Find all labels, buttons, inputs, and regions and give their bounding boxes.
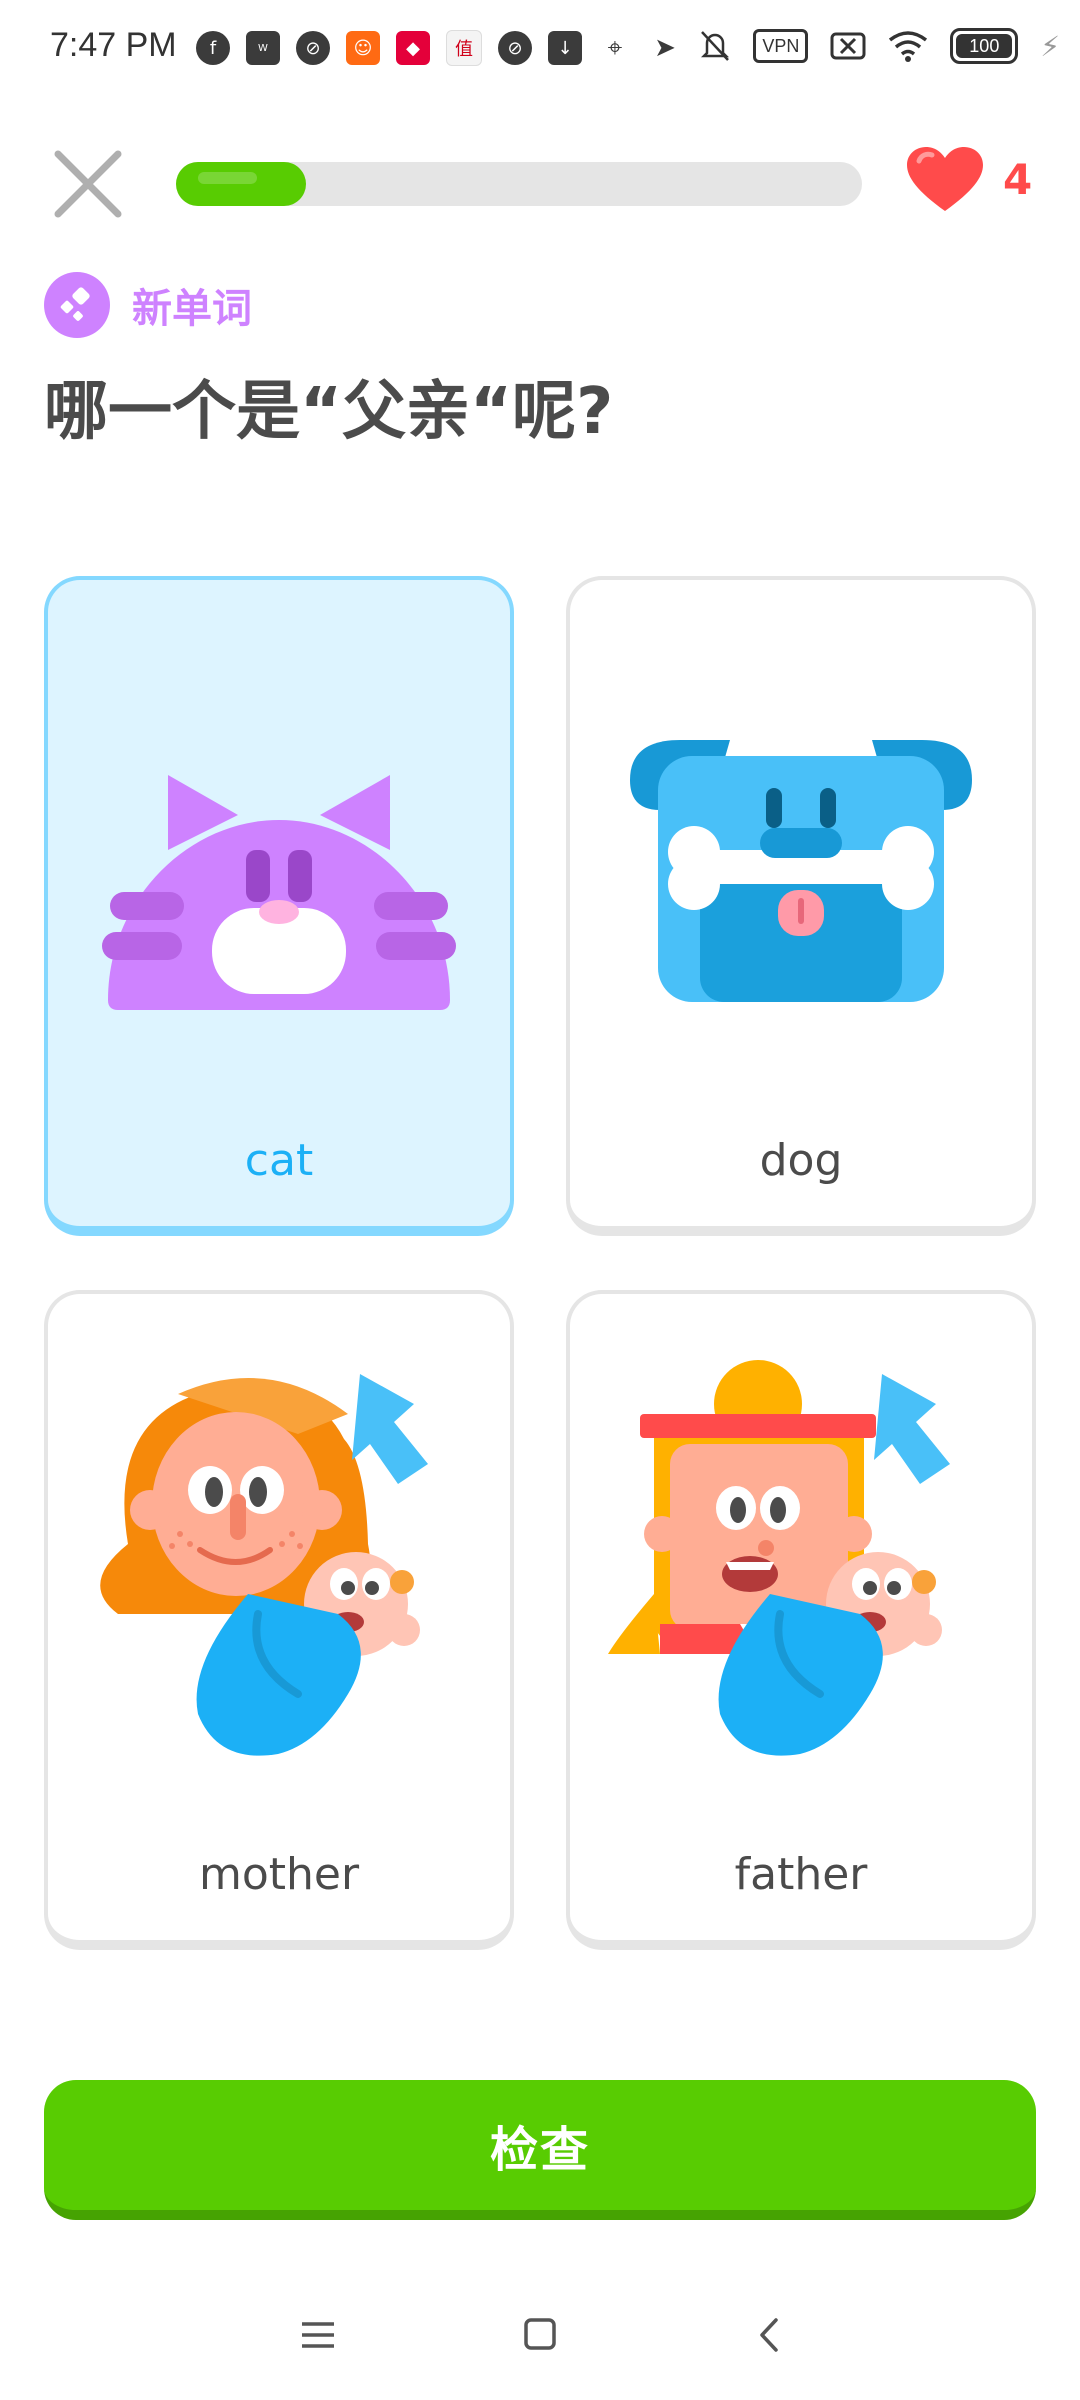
mute-icon (701, 31, 730, 61)
back-icon[interactable] (740, 2310, 800, 2360)
father-icon (608, 1360, 950, 1756)
new-word-label: 新单词 (132, 286, 252, 332)
new-word-tag: 新单词 (44, 272, 252, 338)
hearts-count: 4 (1003, 154, 1033, 204)
question-title: 哪一个是“父亲“呢? (44, 375, 614, 449)
home-icon[interactable] (510, 2310, 570, 2360)
lesson-progress-fill (176, 162, 307, 206)
status-bar: 7:47 PM f W ⊘ ☺ ◆ 值 ⊘ ↓ ⌖ ➤ VPN 100 ⚡ (0, 0, 1080, 96)
blocked-app-icon-2: ⊘ (498, 31, 532, 65)
charging-icon: ⚡ (1040, 29, 1060, 63)
option-card-dog[interactable]: dog (566, 576, 1036, 1236)
battery-level: 100 (969, 35, 1000, 56)
deal-app-icon: 值 (446, 30, 482, 66)
mother-icon (100, 1374, 428, 1756)
option-label: cat (244, 1135, 314, 1186)
system-icons: VPN 100 ⚡ (699, 28, 1060, 64)
blocked-app-icon: ⊘ (296, 31, 330, 65)
battery-icon: 100 (950, 28, 1019, 64)
dog-icon (630, 740, 972, 1002)
lesson-screen: 7:47 PM f W ⊘ ☺ ◆ 值 ⊘ ↓ ⌖ ➤ VPN 100 ⚡ 4 … (0, 0, 1080, 2400)
vpn-badge: VPN (753, 29, 809, 63)
wifi-icon (889, 31, 928, 62)
status-time: 7:47 PM (50, 26, 177, 64)
option-label: mother (198, 1849, 360, 1900)
option-card-cat[interactable]: cat (44, 576, 514, 1236)
check-button[interactable]: 检查 (44, 2080, 1036, 2220)
cat-icon (102, 775, 456, 1010)
webtoon-icon: W (246, 31, 280, 65)
facebook-icon: f (196, 31, 230, 65)
hearts-counter[interactable]: 4 (905, 145, 1032, 213)
shopping-app-icon: ◆ (396, 31, 430, 65)
menu-icon[interactable] (288, 2310, 348, 2360)
location-icon: ⌖ (607, 32, 623, 63)
no-sim-icon (830, 32, 866, 60)
heart-icon (907, 147, 983, 211)
option-card-father[interactable]: father (566, 1290, 1036, 1950)
download-icon: ↓ (548, 31, 582, 65)
option-label: dog (759, 1135, 843, 1186)
close-button[interactable] (50, 146, 126, 222)
notification-icons: f W ⊘ ☺ ◆ 值 ⊘ ↓ ⌖ ➤ (196, 30, 682, 66)
progress-shine (198, 172, 257, 184)
new-word-badge-icon (44, 272, 110, 338)
check-button-label: 检查 (489, 2122, 590, 2178)
running-app-icon: ☺ (346, 31, 380, 65)
option-card-mother[interactable]: mother (44, 1290, 514, 1950)
send-icon: ➤ (654, 33, 676, 63)
system-nav-bar (0, 2290, 1080, 2380)
option-label: father (734, 1849, 868, 1900)
lesson-progress-bar (176, 162, 862, 206)
